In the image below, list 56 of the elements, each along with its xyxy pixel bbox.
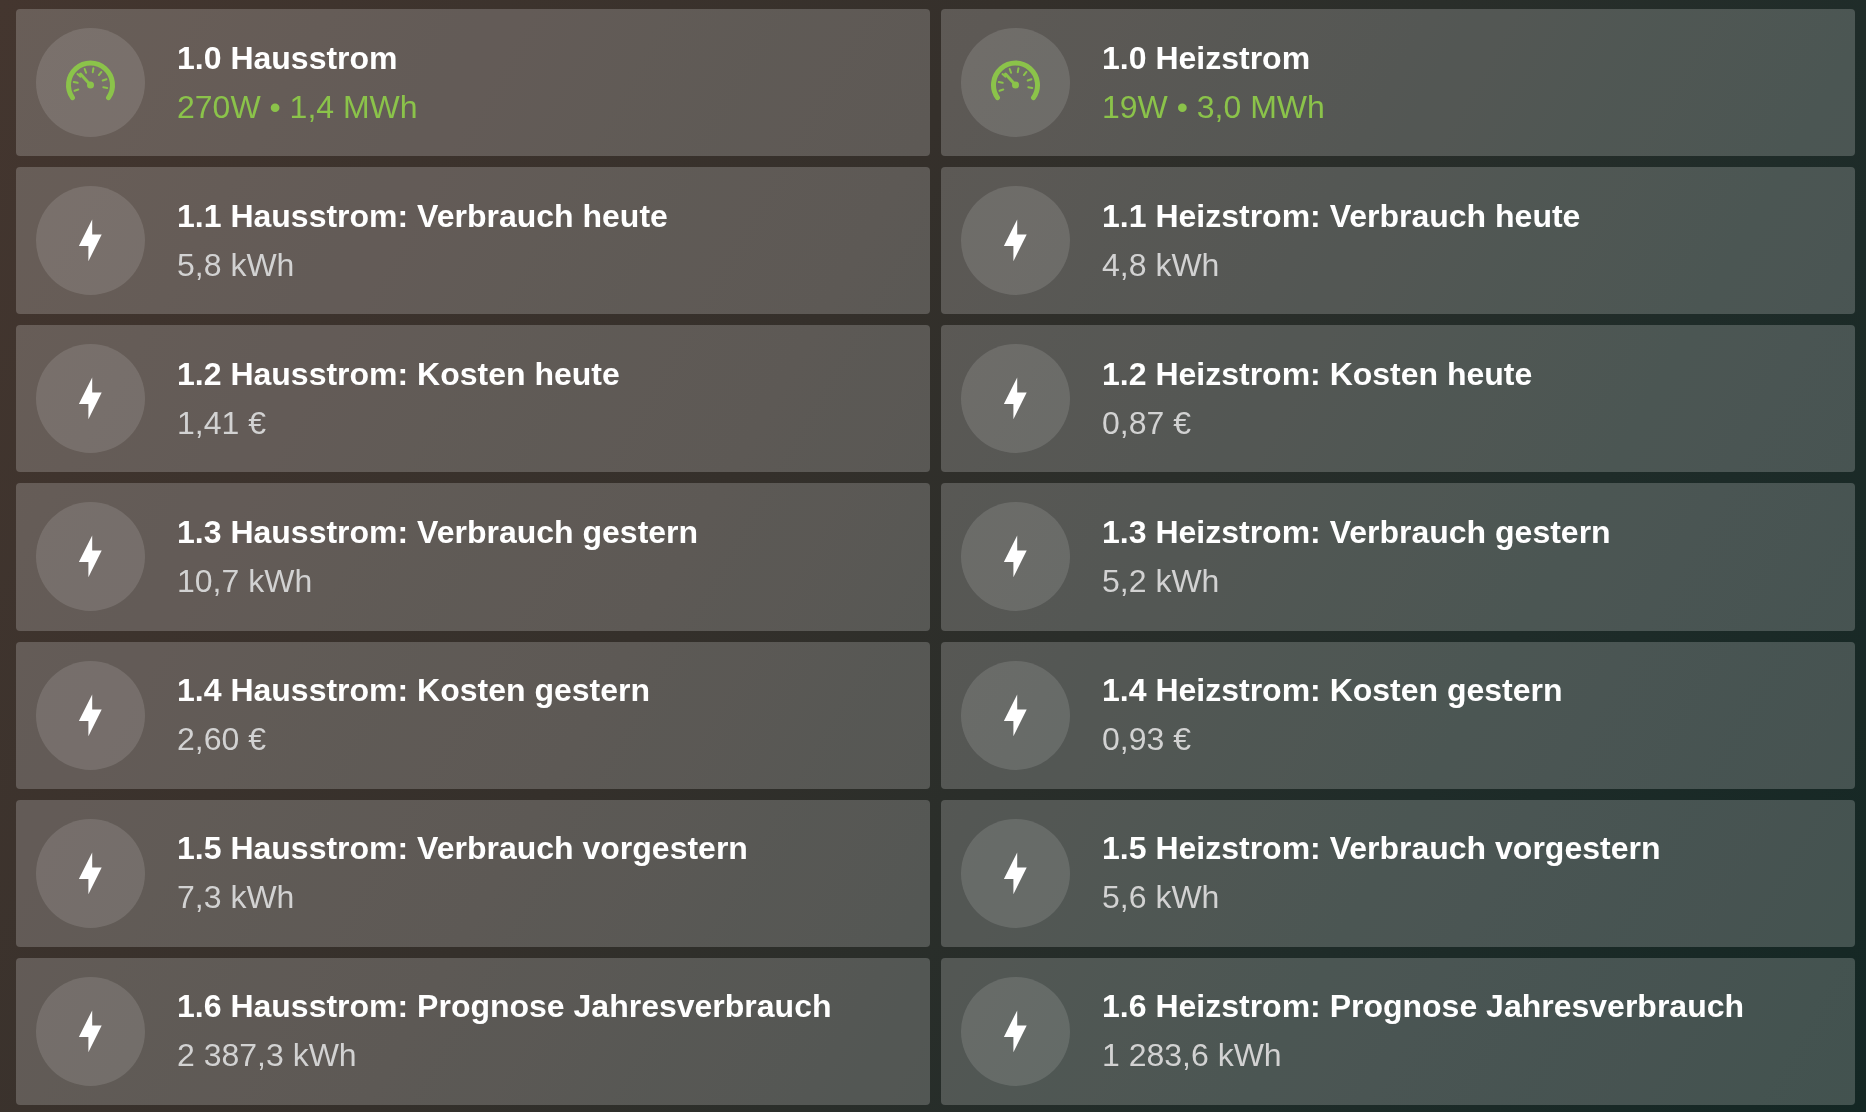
entity-card[interactable]: 1.2 Hausstrom: Kosten heute 1,41 € [16, 325, 930, 473]
entity-state: 1,41 € [177, 403, 267, 443]
entity-card[interactable]: 1.6 Heizstrom: Prognose Jahresverbrauch 1 283,6 kWh [941, 957, 1855, 1105]
lightning-icon [961, 186, 1070, 296]
lightning-icon [961, 660, 1070, 770]
gauge-icon [36, 28, 145, 138]
entity-state: 2 387,3 kWh [177, 1036, 358, 1076]
entity-state: 10,7 kWh [177, 562, 314, 601]
entity-name: 1.5 Heizstrom: Verbrauch vorgestern [1102, 829, 1661, 869]
entity-name: 1.3 Heizstrom: Verbrauch gestern [1102, 513, 1611, 552]
entity-name: 1.3 Hausstrom: Verbrauch gestern [177, 513, 699, 552]
lightning-icon [36, 186, 145, 296]
entity-name: 1.1 Hausstrom: Verbrauch heute [177, 196, 668, 236]
lightning-icon [961, 344, 1070, 454]
entity-name: 1.2 Hausstrom: Kosten heute [177, 354, 620, 394]
gauge-icon [961, 28, 1070, 138]
entity-card[interactable]: 1.4 Heizstrom: Kosten gestern 0,93 € [941, 641, 1855, 789]
entity-state: 4,8 kWh [1102, 245, 1221, 285]
entity-name: 1.2 Heizstrom: Kosten heute [1102, 354, 1533, 394]
lightning-icon [36, 660, 145, 770]
entity-state: 5,2 kWh [1102, 562, 1221, 601]
entity-state: 2,60 € [177, 720, 267, 760]
entity-name: 1.6 Heizstrom: Prognose Jahresverbrauch [1102, 987, 1744, 1027]
entity-state: 5,8 kWh [177, 245, 296, 285]
lightning-icon [36, 502, 145, 612]
lightning-icon [961, 818, 1070, 928]
lightning-icon [36, 818, 145, 928]
entity-card[interactable]: 1.5 Hausstrom: Verbrauch vorgestern 7,3 kWh [16, 799, 930, 947]
entity-card[interactable]: 1.0 Heizstrom 19W • 3,0 MWh [941, 9, 1855, 157]
entity-card[interactable]: 1.1 Heizstrom: Verbrauch heute 4,8 kWh [941, 167, 1855, 315]
lightning-icon [36, 344, 145, 454]
entity-card[interactable]: 1.3 Heizstrom: Verbrauch gestern 5,2 kWh [941, 483, 1855, 631]
lightning-icon [961, 976, 1070, 1086]
entity-card[interactable]: 1.0 Hausstrom 270W • 1,4 MWh [16, 9, 930, 157]
entity-name: 1.4 Hausstrom: Kosten gestern [177, 671, 650, 711]
entity-name: 1.5 Hausstrom: Verbrauch vorgestern [177, 829, 748, 869]
entity-name: 1.1 Heizstrom: Verbrauch heute [1102, 196, 1581, 236]
entity-state: 7,3 kWh [177, 878, 296, 918]
entity-state: 19W • 3,0 MWh [1102, 87, 1325, 127]
entity-state: 0,87 € [1102, 403, 1192, 443]
entity-card[interactable]: 1.5 Heizstrom: Verbrauch vorgestern 5,6 kWh [941, 799, 1855, 947]
lightning-icon [36, 976, 145, 1086]
entity-card[interactable]: 1.2 Heizstrom: Kosten heute 0,87 € [941, 325, 1855, 473]
entity-card[interactable]: 1.3 Hausstrom: Verbrauch gestern 10,7 kWh [16, 483, 930, 631]
entity-card[interactable]: 1.1 Hausstrom: Verbrauch heute 5,8 kWh [16, 167, 930, 315]
entity-name: 1.4 Heizstrom: Kosten gestern [1102, 671, 1563, 711]
entity-name: 1.0 Hausstrom [177, 38, 399, 78]
entity-name: 1.0 Heizstrom [1102, 38, 1312, 78]
lightning-icon [961, 502, 1070, 612]
entity-card[interactable]: 1.6 Hausstrom: Prognose Jahresverbrauch 2 387,3 kWh [16, 957, 930, 1105]
entity-state: 270W • 1,4 MWh [177, 87, 418, 127]
entity-name: 1.6 Hausstrom: Prognose Jahresverbrauch [177, 987, 832, 1027]
entity-state: 5,6 kWh [1102, 878, 1221, 918]
entity-state: 1 283,6 kWh [1102, 1036, 1283, 1076]
entity-state: 0,93 € [1102, 720, 1192, 760]
entity-card[interactable]: 1.4 Hausstrom: Kosten gestern 2,60 € [16, 641, 930, 789]
